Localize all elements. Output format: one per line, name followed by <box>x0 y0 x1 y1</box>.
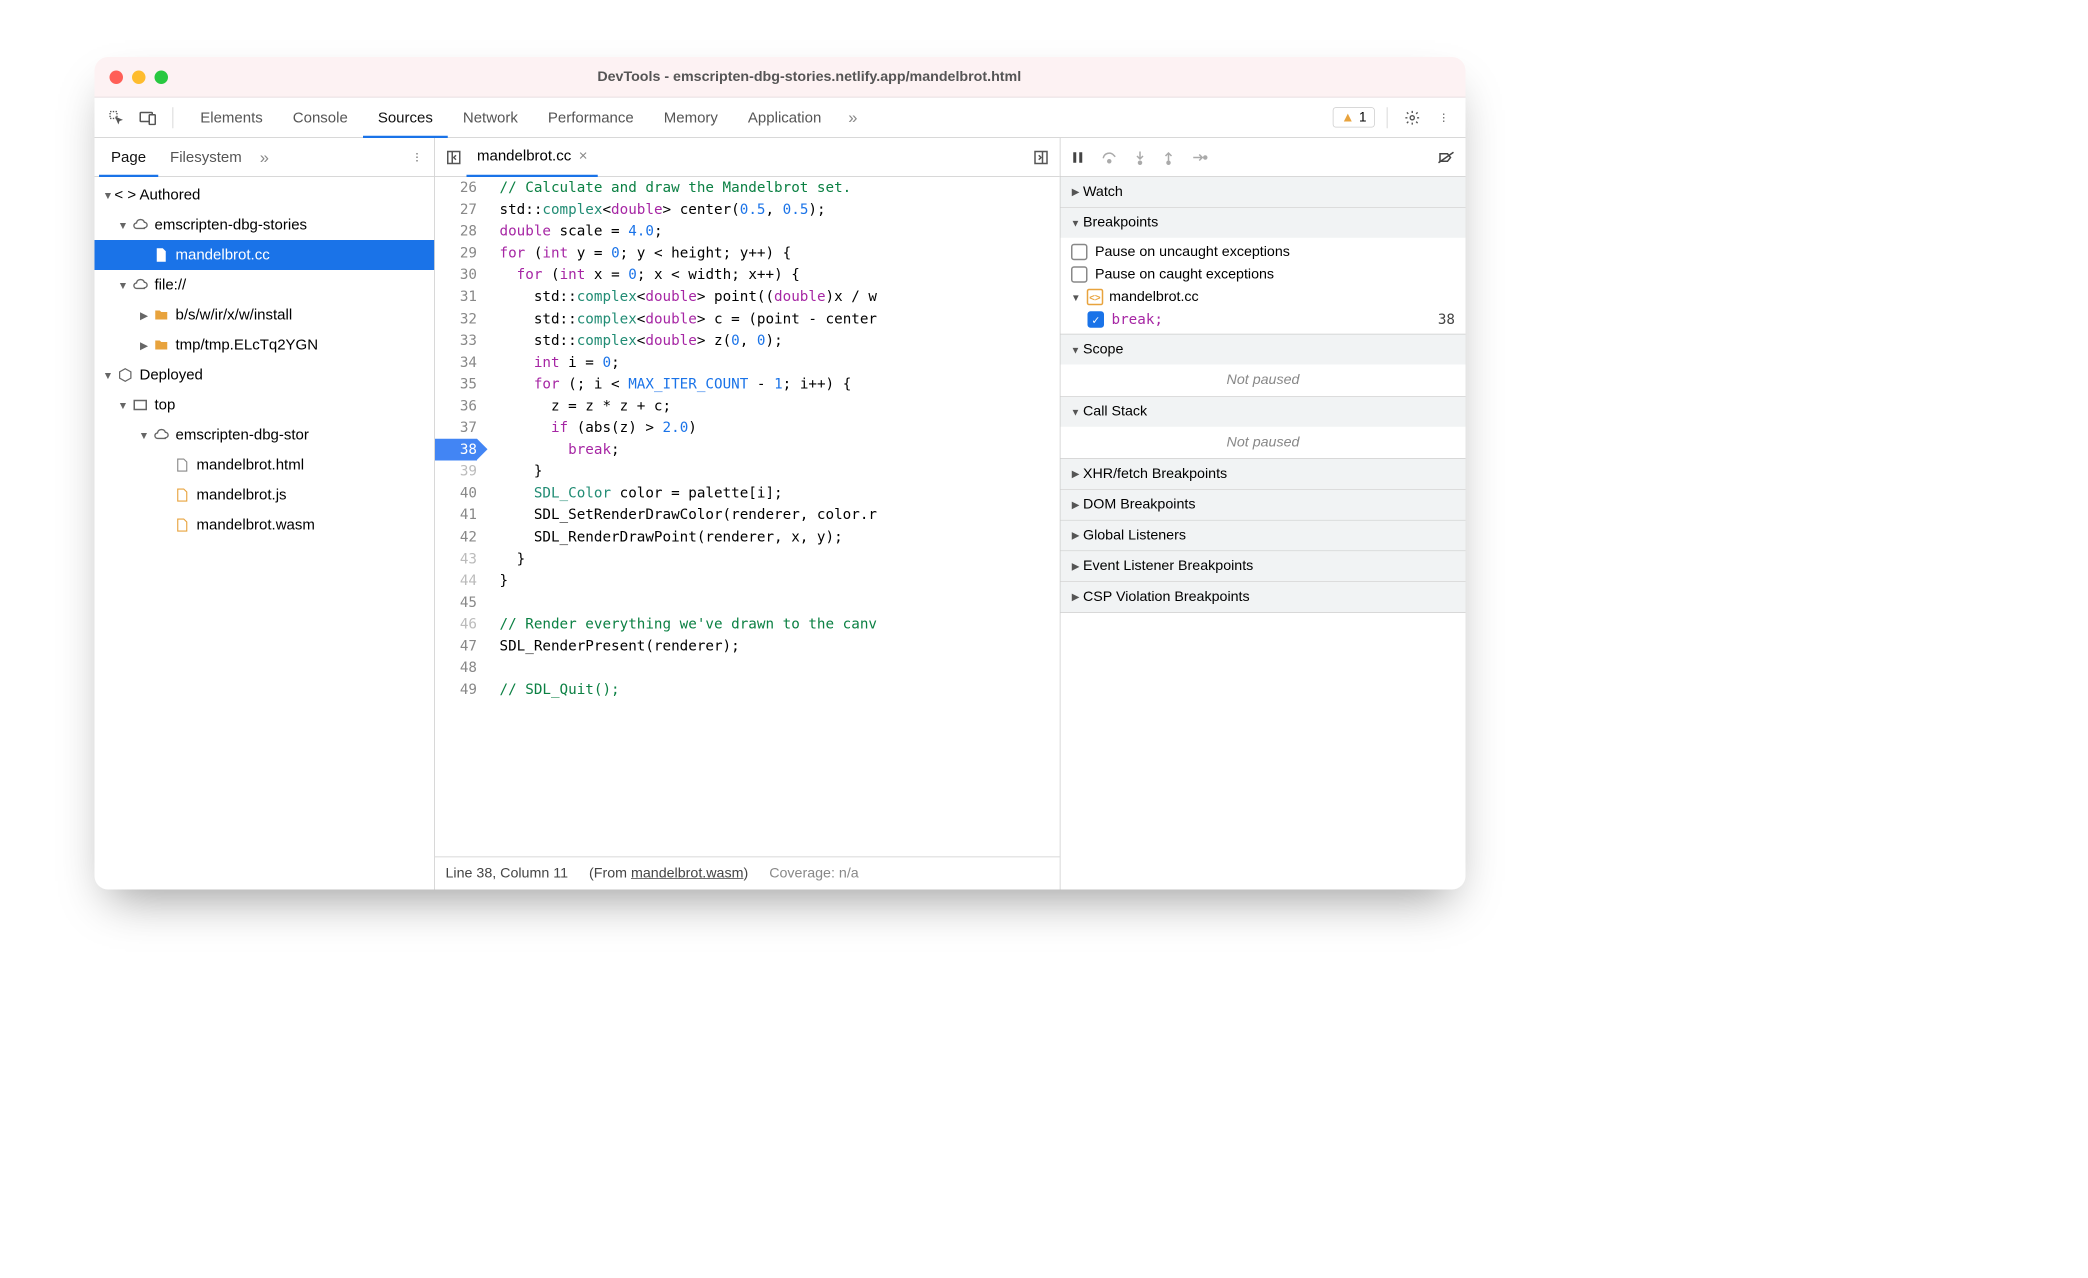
navigator-tab-page[interactable]: Page <box>99 138 158 177</box>
cursor-position: Line 38, Column 11 <box>446 865 569 882</box>
tree-authored[interactable]: ▼< >Authored <box>95 180 435 210</box>
breakpoints-section[interactable]: ▼Breakpoints <box>1061 208 1466 238</box>
event-listener-breakpoints-section[interactable]: ▶Event Listener Breakpoints <box>1061 551 1466 581</box>
toggle-debugger-icon[interactable] <box>1028 144 1054 170</box>
code-editor[interactable]: 2627282930313233343536373839404142434445… <box>435 177 1060 857</box>
coverage-status: Coverage: n/a <box>769 865 859 882</box>
more-menu-icon[interactable]: ⋮ <box>1431 105 1457 131</box>
source-file-icon: <> <box>1087 289 1104 306</box>
navigator-tab-filesystem[interactable]: Filesystem <box>158 138 254 177</box>
step-over-icon[interactable] <box>1098 147 1121 167</box>
step-icon[interactable] <box>1188 148 1211 166</box>
tree-folder[interactable]: ▶b/s/w/ir/x/w/install <box>95 300 435 330</box>
breakpoint-entry[interactable]: ✓break;38 <box>1061 308 1466 331</box>
device-toggle-icon[interactable] <box>135 105 161 131</box>
watch-section[interactable]: ▶Watch <box>1061 177 1466 207</box>
main-toolbar: ElementsConsoleSourcesNetworkPerformance… <box>95 98 1466 139</box>
panel-tab-memory[interactable]: Memory <box>649 97 733 138</box>
editor-tab-mandelbrot[interactable]: mandelbrot.cc× <box>467 138 598 177</box>
callstack-not-paused: Not paused <box>1061 427 1466 459</box>
file-tree: ▼< >Authored ▼emscripten-dbg-stories man… <box>95 177 435 890</box>
navigator-more-icon[interactable]: ⋮ <box>404 144 430 170</box>
tree-file-wasm[interactable]: mandelbrot.wasm <box>95 510 435 540</box>
deactivate-breakpoints-icon[interactable] <box>1434 147 1458 167</box>
more-navigator-tabs-icon[interactable]: » <box>254 147 275 167</box>
debugger-panel: ▶Watch ▼Breakpoints Pause on uncaught ex… <box>1061 138 1466 890</box>
xhr-breakpoints-section[interactable]: ▶XHR/fetch Breakpoints <box>1061 459 1466 489</box>
titlebar: DevTools - emscripten-dbg-stories.netlif… <box>95 57 1466 98</box>
tree-deployed[interactable]: ▼Deployed <box>95 360 435 390</box>
tree-file-mandelbrot-cc[interactable]: mandelbrot.cc <box>95 240 435 270</box>
tree-folder[interactable]: ▶tmp/tmp.ELcTq2YGN <box>95 330 435 360</box>
panel-tab-console[interactable]: Console <box>278 97 363 138</box>
breakpoint-file[interactable]: ▼<>mandelbrot.cc <box>1061 286 1466 309</box>
tree-domain[interactable]: ▼emscripten-dbg-stories <box>95 210 435 240</box>
step-out-icon[interactable] <box>1160 147 1178 168</box>
toggle-navigator-icon[interactable] <box>441 144 467 170</box>
scope-not-paused: Not paused <box>1061 365 1466 397</box>
warning-icon: ▲ <box>1341 110 1354 126</box>
close-window-button[interactable] <box>110 70 124 84</box>
pause-uncaught-checkbox[interactable]: Pause on uncaught exceptions <box>1061 241 1466 264</box>
dom-breakpoints-section[interactable]: ▶DOM Breakpoints <box>1061 490 1466 520</box>
pause-caught-checkbox[interactable]: Pause on caught exceptions <box>1061 263 1466 286</box>
panel-tab-network[interactable]: Network <box>448 97 533 138</box>
callstack-section[interactable]: ▼Call Stack <box>1061 397 1466 427</box>
breakpoint-checkbox[interactable]: ✓ <box>1088 311 1105 328</box>
separator <box>173 107 174 128</box>
tree-file-js[interactable]: mandelbrot.js <box>95 480 435 510</box>
warnings-badge[interactable]: ▲1 <box>1333 107 1375 127</box>
panel-tab-performance[interactable]: Performance <box>533 97 649 138</box>
source-origin: (From mandelbrot.wasm) <box>589 865 748 882</box>
panel-tab-elements[interactable]: Elements <box>185 97 278 138</box>
pause-icon[interactable] <box>1068 147 1088 167</box>
editor-statusbar: Line 38, Column 11 (From mandelbrot.wasm… <box>435 857 1060 890</box>
close-tab-icon[interactable]: × <box>579 147 588 164</box>
tree-top[interactable]: ▼top <box>95 390 435 420</box>
editor-panel: mandelbrot.cc× 2627282930313233343536373… <box>435 138 1061 890</box>
window-title: DevTools - emscripten-dbg-stories.netlif… <box>168 69 1451 86</box>
panel-tabs: ElementsConsoleSourcesNetworkPerformance… <box>185 97 836 138</box>
tree-file-html[interactable]: mandelbrot.html <box>95 450 435 480</box>
panel-tab-sources[interactable]: Sources <box>363 97 448 138</box>
csp-breakpoints-section[interactable]: ▶CSP Violation Breakpoints <box>1061 582 1466 612</box>
more-panels-icon[interactable]: » <box>842 108 863 128</box>
inspect-icon[interactable] <box>104 105 130 131</box>
step-into-icon[interactable] <box>1131 147 1149 168</box>
tree-domain[interactable]: ▼emscripten-dbg-stor <box>95 420 435 450</box>
tree-file-scheme[interactable]: ▼file:// <box>95 270 435 300</box>
navigator-sidebar: Page Filesystem » ⋮ ▼< >Authored ▼emscri… <box>95 138 436 890</box>
maximize-window-button[interactable] <box>155 70 169 84</box>
debugger-toolbar <box>1061 138 1466 177</box>
scope-section[interactable]: ▼Scope <box>1061 335 1466 365</box>
global-listeners-section[interactable]: ▶Global Listeners <box>1061 521 1466 551</box>
panel-tab-application[interactable]: Application <box>733 97 836 138</box>
settings-icon[interactable] <box>1400 105 1426 131</box>
minimize-window-button[interactable] <box>132 70 146 84</box>
